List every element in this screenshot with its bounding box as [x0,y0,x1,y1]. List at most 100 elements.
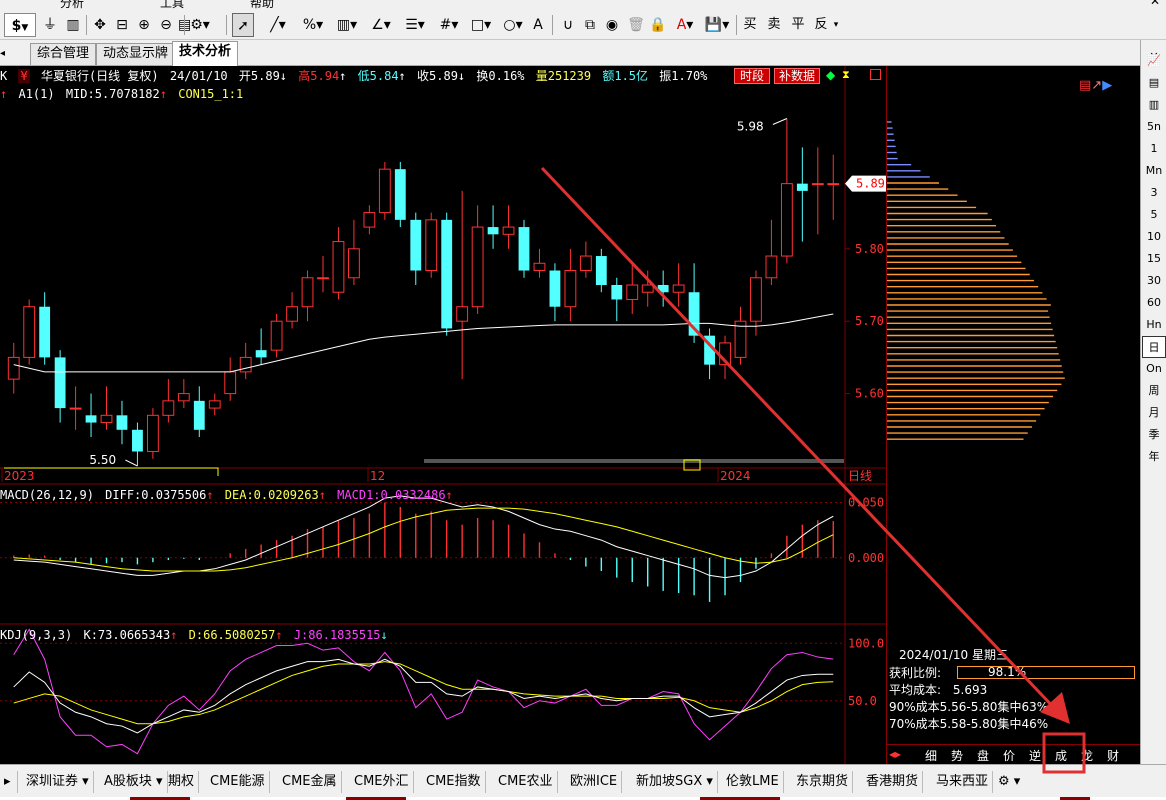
macd-dea-line [13,507,834,572]
period-10[interactable]: 10 [1142,226,1166,248]
panel-tab-board[interactable]: 盘 [977,747,989,764]
bar-chart-icon[interactable]: ▥ [62,13,84,37]
color-picker-icon[interactable]: A▾ [670,13,700,37]
copy-icon[interactable]: ⧉ [580,13,600,37]
green-diamond-icon[interactable]: ◆ [826,68,835,82]
buy-button[interactable]: 买 [740,13,760,37]
grid-tool-icon[interactable]: #▾ [434,13,464,37]
period-3[interactable]: 3 [1142,182,1166,204]
line-tool-icon[interactable]: ╱▾ [262,13,294,37]
eye-icon[interactable]: ◉ [602,13,622,37]
menu-item-tools[interactable]: 工具 [160,0,184,10]
tab-dynamic-board[interactable]: 动态显示牌 [96,43,176,65]
panel-tab-price[interactable]: 价 [1003,747,1015,764]
market-tab-shenzhen[interactable]: 深圳证券 ▾ [22,771,94,793]
menu-item-analysis[interactable]: 分析 [60,0,84,10]
market-tab-a-share[interactable]: A股板块 ▾ [100,771,168,793]
panel-tab-reverse[interactable]: 逆 [1029,747,1041,764]
avg-cost-value: 5.693 [952,683,988,697]
toolbar-more-icon[interactable]: ▾ [830,13,842,37]
period-year[interactable]: 年 [1142,446,1166,468]
period-5[interactable]: 5 [1142,204,1166,226]
market-tab-ice-europe[interactable]: 欧洲ICE [566,771,623,793]
period-day[interactable]: 日 [1142,336,1166,358]
period-hn[interactable]: Hn [1142,314,1166,336]
period-1[interactable]: 1 [1142,138,1166,160]
panel-tab-dragon[interactable]: 龙 [1081,747,1093,764]
market-tab-cme-metals[interactable]: CME金属 [278,771,342,793]
panel-prev-icon[interactable]: ◂▸ [889,747,901,761]
market-tab-cme-fx[interactable]: CME外汇 [350,771,414,793]
period-on[interactable]: On [1142,358,1166,380]
macd-value: MACD1:0.0332486 [337,488,446,502]
fibonacci-tool-icon[interactable]: ☰▾ [400,13,430,37]
settings-gear-icon[interactable]: ⚙▾ [186,13,214,37]
period-week[interactable]: 周 [1142,380,1166,402]
candle-body [317,277,329,280]
panel-tab-cost[interactable]: 成 [1055,747,1067,764]
magnet-icon[interactable]: ∪ [558,13,578,37]
market-tab-cme-energy[interactable]: CME能源 [206,771,270,793]
period-15[interactable]: 15 [1142,248,1166,270]
period-5n[interactable]: 5n [1142,116,1166,138]
zoom-in-icon[interactable]: ⊕ [134,13,154,37]
current-price-label: 5.89 [856,177,885,191]
candle-body [827,183,840,186]
period-quarter[interactable]: 季 [1142,424,1166,446]
panel-tab-detail[interactable]: 细 [925,747,937,764]
stock-selector-icon[interactable]: ¥ [18,69,30,83]
tab-overview[interactable]: 综合管理 [30,43,97,65]
reverse-button[interactable]: 反 [810,13,832,37]
market-tab-cme-index[interactable]: CME指数 [422,771,486,793]
cursor-arrow-icon[interactable]: ➚ [232,13,254,37]
market-tab-options[interactable]: 期权 [164,771,200,793]
period-60[interactable]: 60 [1142,292,1166,314]
ruler-tool-icon[interactable]: ▥▾ [332,13,362,37]
cost-panel-tool-icons[interactable]: ▤↗▶ [1079,78,1112,93]
market-tab-sgx[interactable]: 新加坡SGX ▾ [632,771,718,793]
market-tab-malaysia[interactable]: 马来西亚 [932,771,994,793]
market-tab-tokyo[interactable]: 东京期货 [792,771,854,793]
market-tab-cme-agri[interactable]: CME农业 [494,771,558,793]
lock-icon[interactable]: 🔒 [648,13,668,37]
currency-dropdown[interactable]: $▼ [4,13,36,37]
flat-button[interactable]: 平 [788,13,808,37]
candle-body [441,219,453,329]
period-30[interactable]: 30 [1142,270,1166,292]
menu-item-help[interactable]: 帮助 [250,0,274,10]
tab-technical-analysis[interactable]: 技术分析 [172,41,239,66]
panel-tab-finance[interactable]: 财 [1107,747,1119,764]
kline-chart[interactable]: 5.80 5.70 5.60 2023 12 2024 日线 5.98 5.50 5.89 0.05… [0,66,886,764]
market-prev-icon[interactable]: ▸ [0,771,18,793]
alt-chart-icon[interactable]: ▥ [1142,94,1166,116]
angle-tool-icon[interactable]: ∠▾ [366,13,396,37]
trend-icon[interactable]: 📈 [1142,50,1166,72]
alert-icon[interactable]: ⧗ [842,68,850,82]
time-period-button[interactable]: 时段 [734,68,770,84]
save-icon[interactable]: 💾▾ [702,13,732,37]
close-icon[interactable]: ✕ [1150,0,1160,8]
period-mn[interactable]: Mn [1142,160,1166,182]
percent-tool-icon[interactable]: %▾ [298,13,328,37]
circle-tool-icon[interactable]: ○▾ [498,13,528,37]
macd-header: MACD(26,12,9) DIFF:0.0375506↑ DEA:0.0209… [0,488,453,502]
supplement-data-button[interactable]: 补数据 [774,68,820,84]
market-settings-gear-icon[interactable]: ⚙ ▾ [994,771,1024,793]
zoom-range-icon[interactable]: ⊟ [112,13,132,37]
market-tab-lme[interactable]: 伦敦LME [722,771,784,793]
market-tab-hongkong[interactable]: 香港期货 [862,771,924,793]
panel-tab-trend[interactable]: 势 [951,747,963,764]
x-tick-label: 2024 [720,469,751,483]
filter-icon[interactable]: ⏚ [40,13,60,37]
move-icon[interactable]: ✥ [90,13,110,37]
chart-area[interactable]: 5.80 5.70 5.60 2023 12 2024 日线 5.98 5.50 5.89 0.05… [0,66,886,764]
chart-type-icon[interactable]: ▤ [1142,72,1166,94]
delete-icon[interactable]: 🗑 [626,13,646,37]
period-month[interactable]: 月 [1142,402,1166,424]
maximize-panel-icon[interactable] [870,69,881,80]
text-tool-icon[interactable]: A [530,13,546,37]
rectangle-tool-icon[interactable]: □▾ [466,13,496,37]
zoom-out-icon[interactable]: ⊖ [156,13,176,37]
tab-arrow-left-icon[interactable]: ◂ [0,48,5,59]
sell-button[interactable]: 卖 [764,13,784,37]
